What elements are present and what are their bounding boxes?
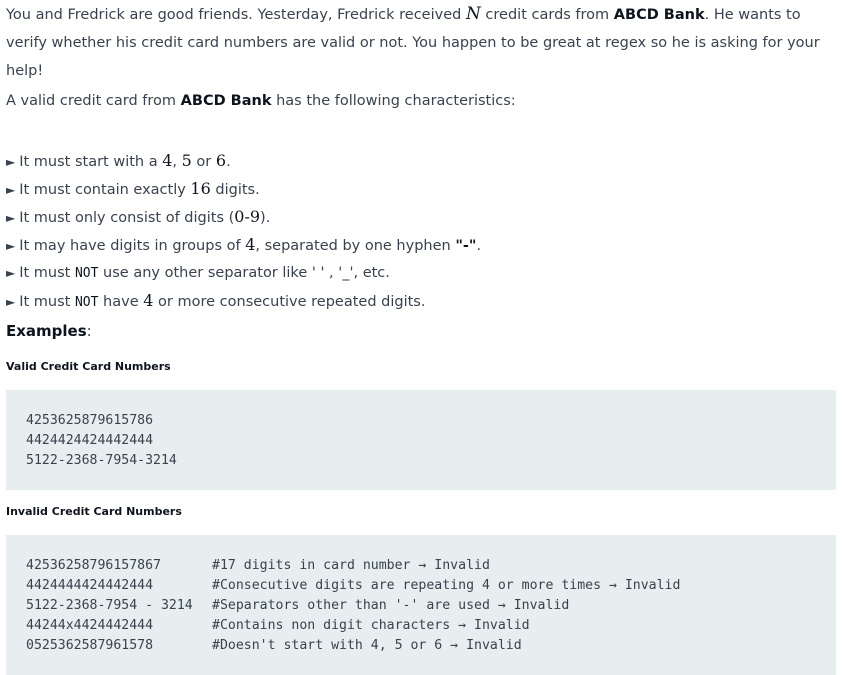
rule-number: 4 xyxy=(143,291,154,310)
not-keyword: NOT xyxy=(74,295,99,310)
intro-paragraph: You and Fredrick are good friends. Yeste… xyxy=(6,0,840,85)
invalid-comment: #Consecutive digits are repeating 4 or m… xyxy=(212,578,681,593)
intro-text: You and Fredrick are good friends. Yeste… xyxy=(6,7,466,23)
rule-text: It must start with a xyxy=(19,154,163,170)
triangle-bullet-icon: ► xyxy=(6,239,16,253)
triangle-bullet-icon: ► xyxy=(6,183,16,197)
valid-card-number: 4253625879615786 xyxy=(26,413,154,428)
rule-number: 6 xyxy=(215,151,227,170)
invalid-card-number: 42536258796157867 xyxy=(26,558,161,573)
valid-code-block: 4253625879615786 4424424424442444 5122-2… xyxy=(6,390,836,490)
invalid-code-block: 42536258796157867 #17 digits in card numb… xyxy=(6,535,836,675)
intro-text: credit cards from xyxy=(480,7,614,23)
triangle-bullet-icon: ► xyxy=(6,155,16,169)
rule-number: 0-9 xyxy=(234,207,261,226)
rule-text: , separated by one hyphen xyxy=(255,238,456,254)
invalid-card-number: 4424444424442444 xyxy=(26,578,154,593)
invalid-example-row: 0525362587961578 #Doesn't start with 4, 5… xyxy=(26,636,816,656)
not-keyword: NOT xyxy=(74,266,99,281)
rule-text: digits. xyxy=(210,182,260,198)
triangle-bullet-icon: ► xyxy=(6,266,16,280)
triangle-bullet-icon: ► xyxy=(6,211,16,225)
invalid-comment: #Doesn't start with 4, 5 or 6 → Invalid xyxy=(212,638,522,653)
rule-text: It must contain exactly xyxy=(19,182,191,198)
examples-heading-colon: : xyxy=(86,322,92,340)
valid-heading: Valid Credit Card Numbers xyxy=(6,360,171,373)
rule-text: It must only consist of digits ( xyxy=(19,210,235,226)
invalid-card-number: 0525362587961578 xyxy=(26,638,154,653)
invalid-example-row: 5122-2368-7954 - 3214 #Separators other t… xyxy=(26,596,816,616)
rule-text: It may have digits in groups of xyxy=(19,238,246,254)
triangle-bullet-icon: ► xyxy=(6,295,16,309)
lead-paragraph: A valid credit card from ABCD Bank has t… xyxy=(6,91,840,111)
rule-number: 4 xyxy=(245,235,256,254)
bank-name: ABCD Bank xyxy=(180,93,272,109)
invalid-example-row: 44244x4424442444 #Contains non digit char… xyxy=(26,616,816,636)
rule-groups: ► It may have digits in groups of 4, sepa… xyxy=(6,231,840,259)
invalid-example-row: 42536258796157867 #17 digits in card numb… xyxy=(26,556,816,576)
rule-text: or xyxy=(191,154,216,170)
rule-text: or more consecutive repeated digits. xyxy=(153,294,426,310)
variable-n: N xyxy=(465,4,481,24)
bank-name: ABCD Bank xyxy=(613,7,705,23)
rule-no-other-separator: ► It must NOT use any other separator lik… xyxy=(6,259,840,287)
rule-digits-only: ► It must only consist of digits (0-9). xyxy=(6,203,840,231)
hyphen-literal: "-" xyxy=(455,238,477,254)
invalid-example-row: 4424444424442444 #Consecutive digits are … xyxy=(26,576,816,596)
invalid-comment: #Contains non digit characters → Invalid xyxy=(212,618,530,633)
invalid-card-number: 44244x4424442444 xyxy=(26,618,154,633)
examples-heading: Examples: xyxy=(6,321,840,341)
invalid-comment: #Separators other than '-' are used → In… xyxy=(212,598,570,613)
rules-list: ► It must start with a 4, 5 or 6. ► It mus… xyxy=(6,147,840,315)
valid-card-number: 4424424424442444 xyxy=(26,433,154,448)
invalid-card-number: 5122-2368-7954 - 3214 xyxy=(26,598,193,613)
valid-card-number: 5122-2368-7954-3214 xyxy=(26,453,177,468)
invalid-heading: Invalid Credit Card Numbers xyxy=(6,505,182,518)
rule-digit-count: ► It must contain exactly 16 digits. xyxy=(6,175,840,203)
problem-statement: You and Fredrick are good friends. Yeste… xyxy=(6,0,840,675)
rule-text: use any other separator like ' ' , '_', … xyxy=(98,265,390,281)
lead-text: A valid credit card from xyxy=(6,93,181,109)
rule-start-digit: ► It must start with a 4, 5 or 6. xyxy=(6,147,840,175)
invalid-comment: #17 digits in card number → Invalid xyxy=(212,558,490,573)
rule-text: ). xyxy=(260,210,271,226)
rule-text: It must xyxy=(19,294,75,310)
lead-text: has the following characteristics: xyxy=(271,93,516,109)
rule-text: . xyxy=(226,154,231,170)
rule-no-repeats: ► It must NOT have 4 or more consecutive … xyxy=(6,287,840,315)
rule-text: . xyxy=(476,238,482,254)
rule-text: have xyxy=(98,294,144,310)
rule-number: 4 xyxy=(162,151,173,170)
rule-text: It must xyxy=(19,265,75,281)
examples-heading-text: Examples xyxy=(6,322,87,340)
rule-text: , xyxy=(172,154,182,170)
rule-number: 5 xyxy=(181,151,192,170)
rule-number: 16 xyxy=(190,179,211,198)
